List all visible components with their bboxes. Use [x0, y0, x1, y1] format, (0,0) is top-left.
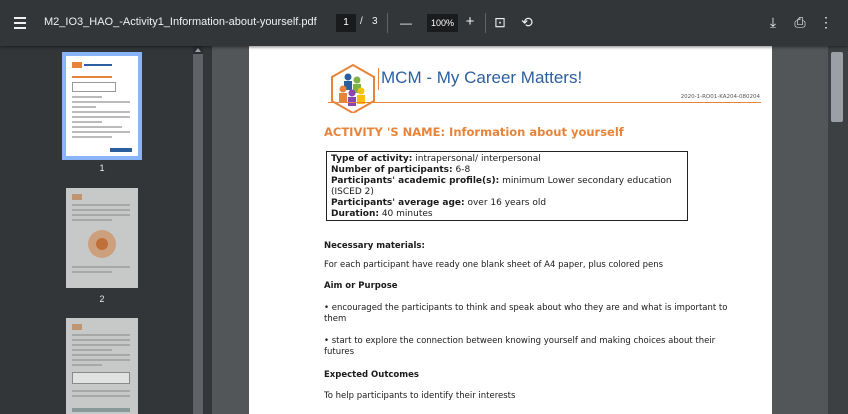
profile-value-cont: (ISCED 2) — [331, 187, 374, 197]
thumbnail-label: 2 — [99, 294, 105, 304]
participants-value: 6-8 — [452, 165, 471, 175]
type-label: Type of activity: — [331, 154, 413, 164]
plus-icon[interactable]: + — [462, 14, 478, 30]
brand-name: MCM - My Career Matters! — [381, 68, 583, 87]
materials-text: For each participant have ready one blan… — [324, 260, 664, 270]
activity-title: ACTIVITY 'S NAME: Information about your… — [324, 125, 624, 139]
mcm-logo-icon — [331, 63, 375, 113]
age-value: over 16 years old — [464, 198, 547, 208]
thumbnail-sidebar: 1 2 — [0, 46, 212, 414]
toolbar: M2_IO3_HAO_-Activity1_Information-about-… — [0, 0, 848, 46]
participants-label: Number of participants: — [331, 165, 453, 175]
header-rule — [328, 102, 761, 103]
toolbar-divider — [387, 13, 388, 33]
aim-bullet: • start to explore the connection betwee… — [324, 336, 716, 357]
document-title: M2_IO3_HAO_-Activity1_Information-about-… — [44, 16, 317, 28]
activity-info-box: Type of activity: intrapersonal/ interpe… — [326, 151, 688, 221]
outcomes-text: To help participants to identify their i… — [324, 391, 516, 401]
zoom-input[interactable]: 100% — [427, 14, 458, 32]
scroll-up-icon[interactable] — [195, 48, 201, 52]
toolbar-divider — [485, 13, 486, 33]
menu-icon[interactable] — [12, 13, 32, 33]
viewer-scrollbar-thumb[interactable] — [831, 52, 843, 122]
more-vert-icon[interactable]: ⋮ — [818, 14, 834, 30]
page-thumbnail-3[interactable] — [66, 318, 138, 414]
project-ref-code: 2020-1-RO01-KA204-080204 — [680, 94, 760, 100]
sidebar-scrollbar-thumb[interactable] — [193, 54, 203, 414]
page-thumbnail-2[interactable] — [66, 188, 138, 288]
rotate-icon[interactable]: ⟲ — [518, 14, 536, 30]
minus-icon[interactable]: — — [398, 15, 414, 31]
download-icon[interactable]: ⤓ — [764, 14, 782, 30]
outcomes-heading: Expected Outcomes — [324, 370, 419, 380]
aim-heading: Aim or Purpose — [324, 281, 398, 291]
profile-label: Participants' academic profile(s): — [331, 176, 500, 186]
duration-value: 40 minutes — [378, 209, 433, 219]
total-pages: 3 — [372, 16, 378, 27]
age-label: Participants' average age: — [331, 198, 465, 208]
brand-divider — [378, 68, 379, 90]
type-value: intrapersonal/ interpersonal — [412, 154, 541, 164]
page-number-input[interactable]: 1 — [336, 14, 356, 32]
materials-heading: Necessary materials: — [324, 241, 425, 251]
duration-label: Duration: — [331, 209, 379, 219]
page-separator: / — [360, 16, 363, 27]
aim-bullet: • encouraged the participants to think a… — [324, 303, 728, 324]
page-thumbnail-1[interactable] — [62, 52, 142, 160]
print-icon[interactable]: ⎙ — [791, 14, 809, 30]
thumbnail-label: 1 — [99, 163, 105, 173]
pdf-viewer: M2_IO3_HAO_-Activity1_Information-about-… — [0, 0, 848, 414]
fit-page-icon[interactable]: ⊡ — [491, 14, 509, 30]
pdf-page: MCM - My Career Matters! 2020-1-RO01-KA2… — [249, 46, 772, 414]
profile-value: minimum Lower secondary education — [499, 176, 672, 186]
